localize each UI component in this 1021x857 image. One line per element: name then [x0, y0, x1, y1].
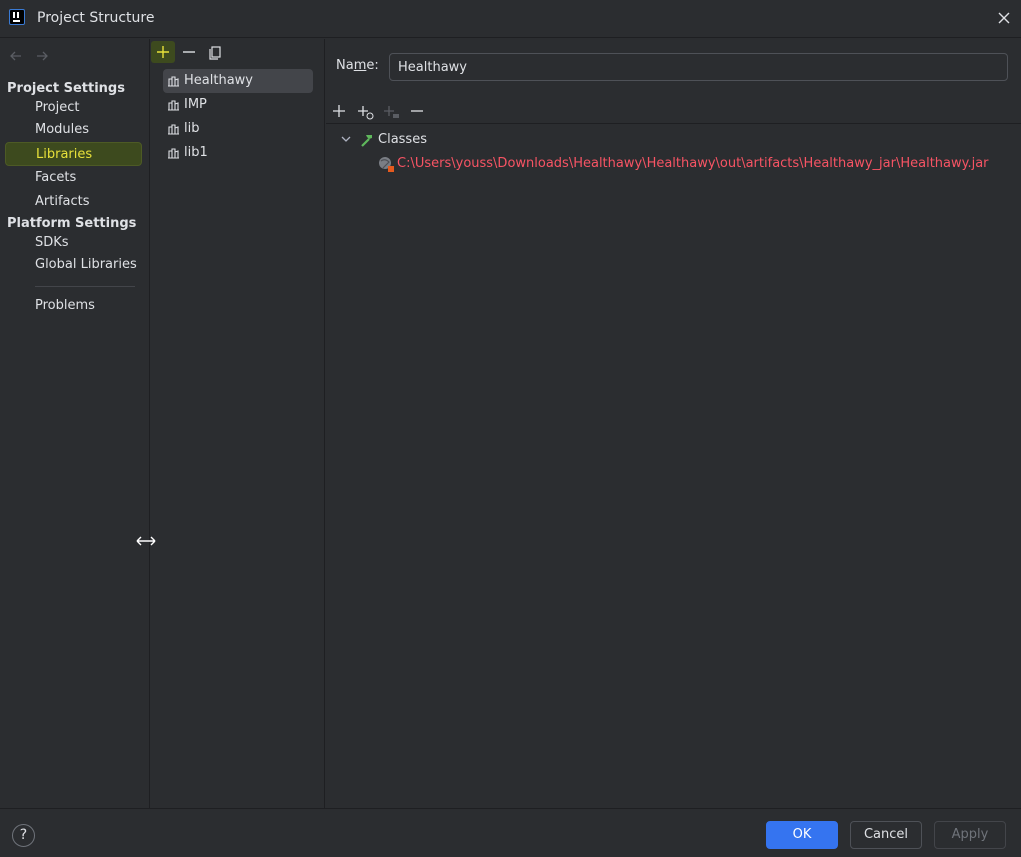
window-title: Project Structure [37, 10, 155, 26]
settings-nav: Project Settings Project Modules Librari… [0, 39, 150, 808]
library-item-lib[interactable]: lib [163, 117, 313, 141]
copy-library-button[interactable] [203, 41, 227, 63]
nav-item-project[interactable]: Project [5, 96, 142, 120]
library-icon [168, 124, 179, 135]
forward-arrow-icon[interactable] [34, 48, 50, 64]
jar-path-label: C:\Users\youss\Downloads\Healthawy\Healt… [397, 156, 989, 171]
add-item-disabled-button[interactable] [381, 102, 401, 120]
library-icon [168, 148, 179, 159]
nav-item-global-libraries[interactable]: Global Libraries [5, 253, 142, 277]
minus-icon [411, 110, 423, 112]
horizontal-resize-cursor-icon [136, 536, 156, 546]
library-item-lib1[interactable]: lib1 [163, 141, 313, 165]
close-icon[interactable] [995, 9, 1013, 27]
chevron-down-icon[interactable] [340, 133, 352, 145]
platform-settings-heading: Platform Settings [7, 216, 137, 231]
library-icon [168, 100, 179, 111]
jar-error-icon [379, 157, 394, 172]
add-url-button[interactable] [355, 102, 375, 120]
add-root-button[interactable] [329, 102, 349, 120]
back-arrow-icon[interactable] [8, 48, 24, 64]
library-label: Healthawy [184, 73, 253, 88]
classes-label: Classes [378, 132, 427, 147]
nav-item-libraries[interactable]: Libraries [5, 142, 142, 166]
nav-divider [35, 286, 135, 287]
library-toolbar [151, 39, 325, 65]
apply-button[interactable]: Apply [934, 821, 1006, 849]
library-name-input[interactable] [389, 53, 1008, 81]
project-settings-heading: Project Settings [7, 81, 125, 96]
nav-item-artifacts[interactable]: Artifacts [5, 190, 142, 214]
classes-toolbar [326, 99, 1021, 123]
toolbar-divider [326, 123, 1021, 124]
library-label: lib1 [184, 145, 208, 160]
library-item-healthawy[interactable]: Healthawy [163, 69, 313, 93]
library-label: IMP [184, 97, 207, 112]
library-icon [168, 76, 179, 87]
title-bar: Project Structure [0, 0, 1021, 38]
library-list-panel: Healthawy IMP lib lib1 [151, 39, 325, 808]
library-item-imp[interactable]: IMP [163, 93, 313, 117]
help-button[interactable]: ? [12, 824, 35, 847]
ok-button[interactable]: OK [766, 821, 838, 849]
remove-library-button[interactable] [177, 41, 201, 63]
nav-item-modules[interactable]: Modules [5, 118, 142, 142]
intellij-logo-icon [9, 9, 25, 25]
library-label: lib [184, 121, 200, 136]
dialog-footer: ? OK Cancel Apply [0, 808, 1021, 857]
nav-item-problems[interactable]: Problems [5, 294, 142, 318]
add-library-button[interactable] [151, 41, 175, 63]
plus-icon [333, 105, 345, 117]
copy-icon [209, 46, 221, 60]
plus-globe-icon [358, 106, 374, 120]
hammer-icon [361, 135, 372, 147]
plus-bar-icon [384, 106, 399, 118]
name-label: Name: [336, 58, 379, 73]
plus-icon [157, 46, 169, 58]
nav-item-sdks[interactable]: SDKs [5, 231, 142, 255]
nav-item-facets[interactable]: Facets [5, 166, 142, 190]
cancel-button[interactable]: Cancel [850, 821, 922, 849]
remove-root-button[interactable] [407, 102, 427, 120]
minus-icon [183, 51, 195, 53]
library-details-panel: Name: Healthawy Classes C:\Users\youss\D… [326, 39, 1021, 808]
